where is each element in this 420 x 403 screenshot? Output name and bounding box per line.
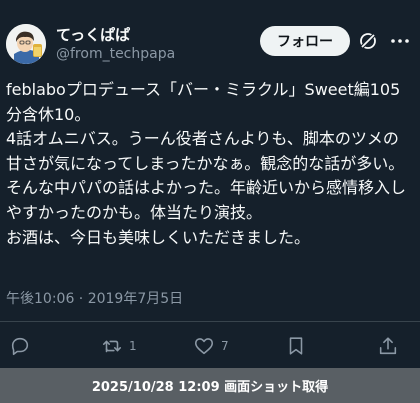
avatar[interactable] (6, 24, 46, 64)
tweet-timestamp[interactable]: 午後10:06 · 2019年7月5日 (6, 288, 183, 308)
grok-icon[interactable] (358, 31, 378, 51)
share-icon (379, 337, 397, 355)
share-button[interactable] (377, 335, 399, 357)
user-handle[interactable]: @from_techpapa (56, 46, 175, 62)
display-name[interactable]: てっくぱぱ (56, 24, 130, 45)
action-bar: 1 7 (0, 333, 420, 361)
screenshot-caption: 2025/10/28 12:09 画面ショット取得 (0, 368, 420, 403)
like-button[interactable]: 7 (193, 335, 229, 357)
heart-icon (194, 338, 214, 355)
follow-button[interactable]: フォロー (260, 26, 350, 56)
reply-icon (11, 337, 29, 356)
more-options-icon[interactable] (389, 31, 411, 51)
bookmark-button[interactable] (285, 335, 307, 357)
retweet-button[interactable]: 1 (101, 335, 137, 357)
tweet-header: てっくぱぱ @from_techpapa フォロー (0, 0, 420, 72)
avatar-illustration (6, 24, 46, 64)
reply-button[interactable] (9, 335, 31, 357)
tweet-text: feblaboプロデュース「バー・ミラクル」Sweet編105分含休10。 4話… (6, 80, 407, 247)
like-count: 7 (221, 339, 229, 353)
bookmark-icon (289, 337, 303, 355)
retweet-count: 1 (129, 339, 137, 353)
divider (0, 321, 420, 322)
retweet-icon (102, 340, 122, 353)
